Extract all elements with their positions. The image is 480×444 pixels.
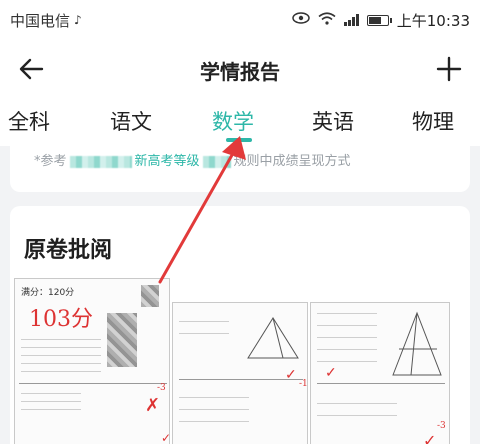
notice-card: *参考 新高考等级 规则中成绩呈现方式 [10, 146, 470, 192]
blurred-id [141, 285, 159, 307]
eye-icon [292, 12, 311, 28]
add-button[interactable] [436, 56, 462, 82]
active-tab-indicator [226, 138, 252, 142]
exam-page-1[interactable]: 满分：120分 103分 ✗ -3 ✓ [14, 278, 170, 444]
mark-tick-4: ✓ [423, 431, 437, 444]
clock: 上午10:33 [396, 11, 470, 30]
notice-prefix: *参考 [34, 154, 67, 169]
triangle-figure [247, 317, 299, 359]
mark-wrong: ✗ [145, 395, 161, 416]
full-score-label: 满分：120分 [21, 288, 75, 298]
tab-english[interactable]: 英语 [312, 106, 354, 136]
tiktok-icon: ♪ [74, 13, 82, 27]
page-title: 学情报告 [200, 60, 280, 84]
tab-all[interactable]: 全科 [8, 106, 50, 136]
exam-page-2[interactable]: ✓ -1 [172, 302, 308, 444]
blurred-label-2 [202, 155, 231, 168]
section-title: 原卷批阅 [24, 238, 113, 263]
exam-review-card: 原卷批阅 满分：120分 103分 ✗ -3 ✓ -1 ✓ ✓ -3 [10, 206, 470, 444]
wifi-icon [318, 11, 336, 29]
status-bar-right: 上午10:33 [292, 10, 470, 31]
deduction-2: -1 [299, 379, 308, 389]
tab-chinese[interactable]: 语文 [110, 106, 152, 136]
score-value: 103分 [29, 307, 93, 332]
blurred-photo [107, 313, 137, 367]
subject-tabs: 全科 语文 数学 英语 物理 [0, 98, 480, 146]
mark-tick-3: ✓ [325, 365, 337, 381]
app-screen: 中国电信 ♪ 上午10:33 学情报告 全科 语文 数学 英语 物理 *参考 新… [0, 0, 480, 444]
mark-tick: ✓ [161, 431, 169, 444]
status-bar: 中国电信 ♪ 上午10:33 [0, 0, 480, 40]
geometry-figure [392, 311, 442, 376]
notice-highlight: 新高考等级 [134, 154, 200, 169]
notice-text: *参考 新高考等级 规则中成绩呈现方式 [34, 150, 351, 169]
deduction-3: -3 [437, 421, 446, 431]
nav-header: 学情报告 [0, 40, 480, 98]
signal-icon [344, 14, 359, 26]
tab-math[interactable]: 数学 [212, 106, 254, 136]
mark-tick-2: ✓ [285, 367, 297, 383]
tab-physics[interactable]: 物理 [412, 106, 454, 136]
deduction-1: -3 [157, 383, 166, 393]
exam-page-3[interactable]: ✓ ✓ -3 [310, 302, 450, 444]
notice-suffix: 规则中成绩呈现方式 [233, 154, 351, 169]
battery-icon [366, 14, 392, 26]
carrier-label: 中国电信 [10, 11, 71, 30]
blurred-label [69, 155, 132, 168]
